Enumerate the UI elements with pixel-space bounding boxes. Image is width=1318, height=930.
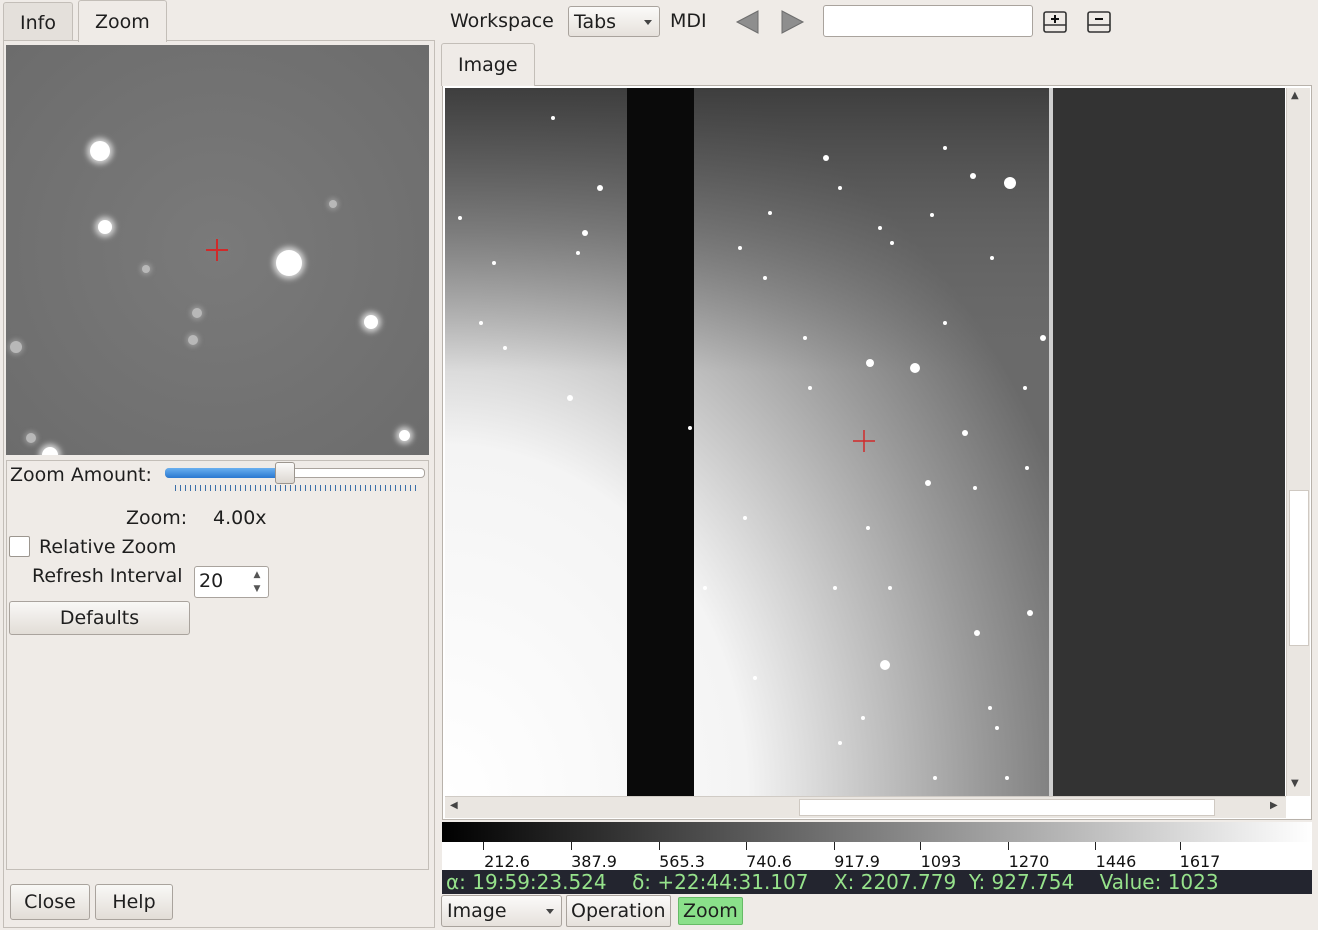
colorbar-tick-label: 387.9 — [571, 852, 617, 871]
colorbar-tick-label: 1270 — [1008, 852, 1050, 871]
tab-zoom[interactable]: Zoom — [78, 0, 167, 42]
star — [10, 341, 22, 353]
colorbar-tick-label: 1093 — [920, 852, 962, 871]
defaults-button[interactable]: Defaults — [9, 601, 190, 635]
star — [276, 250, 302, 276]
star — [399, 430, 410, 441]
workspace-select[interactable]: Tabs — [568, 6, 660, 37]
relative-zoom-label: Relative Zoom — [39, 536, 177, 558]
colorbar-tick-label: 212.6 — [484, 852, 530, 871]
colorbar-ticks: 212.6 387.9 565.3 740.6 917.9 1093 1270 … — [442, 842, 1312, 871]
refresh-interval-value: 20 — [199, 570, 224, 592]
colorbar-tick — [834, 842, 835, 850]
colorbar-tick-label: 565.3 — [659, 852, 705, 871]
astro-image[interactable] — [445, 88, 1285, 796]
star — [90, 141, 110, 161]
workspace-name-input[interactable] — [823, 5, 1033, 37]
colorbar-tick — [1095, 842, 1096, 850]
star — [42, 447, 58, 455]
zoom-amount-slider-ticks — [175, 485, 417, 491]
colorbar-tick — [746, 842, 747, 850]
horizontal-scroll-thumb[interactable] — [799, 799, 1215, 816]
back-arrow-icon[interactable] — [734, 8, 762, 36]
zoom-amount-label: Zoom Amount: — [10, 464, 152, 486]
scroll-right-icon[interactable]: ▶ — [1270, 800, 1278, 811]
colorbar-tick — [920, 842, 921, 850]
scroll-left-icon[interactable]: ◀ — [450, 800, 458, 811]
star — [142, 265, 150, 273]
relative-zoom-checkbox[interactable] — [9, 536, 30, 557]
add-workspace-icon[interactable] — [1041, 8, 1069, 36]
colorbar-tick — [1180, 842, 1181, 850]
mdi-label: MDI — [670, 10, 707, 32]
tab-image[interactable]: Image — [441, 43, 535, 86]
close-button[interactable]: Close — [10, 884, 90, 920]
colorbar-tick-label: 740.6 — [746, 852, 792, 871]
coordinate-readout: α: 19:59:23.524 δ: +22:44:31.107 X: 2207… — [442, 870, 1312, 894]
colorbar-tick-label: 1617 — [1179, 852, 1221, 871]
tab-info-label: Info — [20, 11, 56, 34]
zoom-value: 4.00x — [213, 507, 267, 529]
star — [364, 315, 378, 329]
colorbar-tick — [1008, 842, 1009, 850]
star — [329, 200, 337, 208]
scroll-up-icon[interactable]: ▲ — [1291, 90, 1299, 101]
zoom-amount-slider-fill — [165, 468, 285, 478]
coordinate-readout-text: α: 19:59:23.524 δ: +22:44:31.107 X: 2207… — [446, 870, 1219, 894]
chevron-down-icon — [546, 909, 554, 914]
vertical-scroll-thumb[interactable] — [1289, 490, 1309, 646]
crosshair-icon — [206, 239, 228, 261]
zoom-label: Zoom: — [126, 507, 188, 529]
spin-up-icon[interactable]: ▲ — [248, 568, 266, 582]
help-button[interactable]: Help — [95, 884, 173, 920]
zoom-operation-label: Zoom — [683, 900, 738, 922]
workspace-select-value: Tabs — [574, 10, 617, 33]
close-button-label: Close — [24, 891, 76, 913]
workspace-label: Workspace — [450, 10, 554, 32]
vertical-scrollbar[interactable]: ▲ ▼ — [1286, 88, 1310, 796]
star — [188, 335, 198, 345]
colorbar-tick — [483, 842, 484, 850]
colorbar-tick-label: 917.9 — [834, 852, 880, 871]
colorbar-tick-label: 1446 — [1095, 852, 1137, 871]
chevron-down-icon — [644, 19, 652, 25]
remove-workspace-icon[interactable] — [1085, 8, 1113, 36]
tab-image-label: Image — [458, 54, 518, 76]
help-button-label: Help — [112, 891, 156, 913]
operation-button[interactable]: Operation — [566, 895, 671, 927]
zoom-operation-button[interactable]: Zoom — [678, 897, 743, 925]
image-select[interactable]: Image — [441, 895, 562, 927]
refresh-interval-label: Refresh Interval — [32, 565, 183, 587]
astro-image-canvas — [445, 88, 1285, 796]
zoom-preview[interactable] — [6, 45, 429, 455]
star — [192, 308, 202, 318]
horizontal-scrollbar[interactable]: ◀ ▶ — [445, 796, 1286, 818]
forward-arrow-icon[interactable] — [778, 8, 806, 36]
tab-info[interactable]: Info — [3, 2, 73, 42]
spin-down-icon[interactable]: ▼ — [248, 582, 266, 596]
operation-button-label: Operation — [571, 900, 666, 922]
scroll-down-icon[interactable]: ▼ — [1291, 778, 1299, 789]
defaults-button-label: Defaults — [59, 607, 140, 629]
star — [26, 433, 36, 443]
tab-zoom-label: Zoom — [95, 10, 150, 33]
colorbar[interactable] — [442, 822, 1312, 842]
colorbar-tick — [571, 842, 572, 850]
star — [98, 220, 112, 234]
zoom-amount-slider-handle[interactable] — [275, 462, 295, 484]
image-select-value: Image — [447, 900, 507, 922]
colorbar-tick — [659, 842, 660, 850]
